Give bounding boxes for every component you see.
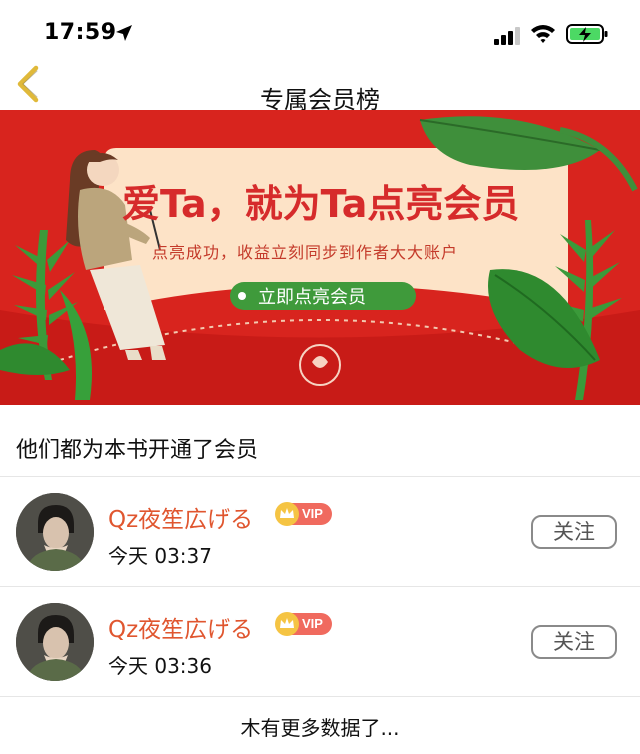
- crown-icon: [275, 612, 299, 636]
- member-name[interactable]: Qz夜笙広げる: [108, 610, 253, 644]
- cta-dot-icon: [238, 292, 246, 300]
- member-time: 今天 03:36: [108, 654, 212, 678]
- follow-button[interactable]: 关注: [531, 625, 617, 659]
- list-item[interactable]: Qz夜笙広げる VIP 今天 03:37 关注: [0, 478, 640, 586]
- signal-icon: [494, 27, 520, 45]
- vip-badge: VIP: [275, 612, 332, 636]
- section-title: 他们都为本书开通了会员: [16, 438, 259, 463]
- divider: [0, 586, 640, 587]
- banner-cta-label: 立即点亮会员: [258, 287, 366, 308]
- crown-icon: [275, 502, 299, 526]
- status-time: 17:59: [44, 20, 117, 45]
- nav-bar: 专属会员榜: [0, 62, 640, 114]
- avatar[interactable]: [16, 493, 94, 571]
- divider: [0, 476, 640, 477]
- banner-headline: 爱Ta，就为Ta点亮会员: [122, 182, 519, 226]
- banner-subline: 点亮成功，收益立刻同步到作者大大账户: [152, 243, 458, 262]
- vip-label: VIP: [302, 506, 323, 521]
- location-arrow-icon: [116, 25, 132, 41]
- vip-badge: VIP: [275, 502, 332, 526]
- member-time: 今天 03:37: [108, 544, 212, 568]
- battery-charging-icon: [566, 24, 608, 44]
- divider: [0, 696, 640, 697]
- member-promo-banner[interactable]: 爱Ta，就为Ta点亮会员 点亮成功，收益立刻同步到作者大大账户 立即点亮会员: [0, 110, 640, 405]
- member-name[interactable]: Qz夜笙広げる: [108, 500, 253, 534]
- follow-button[interactable]: 关注: [531, 515, 617, 549]
- wifi-icon: [531, 25, 555, 43]
- no-more-data-text: 木有更多数据了...: [240, 716, 400, 740]
- avatar[interactable]: [16, 603, 94, 681]
- list-item[interactable]: Qz夜笙広げる VIP 今天 03:36 关注: [0, 588, 640, 696]
- status-bar: 17:59: [0, 0, 640, 66]
- vip-label: VIP: [302, 616, 323, 631]
